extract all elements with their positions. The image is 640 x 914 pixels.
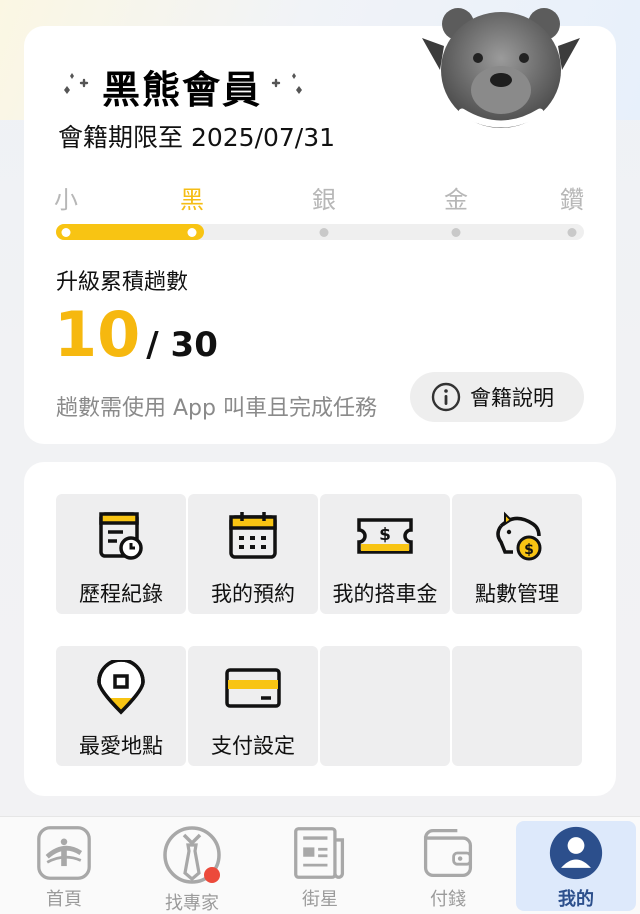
notification-dot xyxy=(204,867,220,883)
upgrade-progress-label: 升級累積趟數 xyxy=(56,270,189,295)
membership-rules-label: 會籍說明 xyxy=(470,386,554,410)
calendar-icon xyxy=(229,512,277,559)
nav-home-label: 首頁 xyxy=(46,889,82,910)
home-logo-icon xyxy=(37,826,91,880)
sparkle-right-icon xyxy=(271,73,303,94)
nav-pay[interactable]: 付錢 xyxy=(388,821,508,911)
payment-settings-label: 支付設定 xyxy=(211,734,295,758)
nav-news-label: 街星 xyxy=(302,889,338,910)
feature-grid: 歷程紀錄 我的預約 $ 我的搭車金 $ 點數管理 最愛地點 支付設定 xyxy=(24,462,616,796)
profile-icon xyxy=(549,826,603,880)
points-tile[interactable]: $ 點數管理 xyxy=(452,494,582,614)
svg-text:$: $ xyxy=(379,525,391,545)
trip-count-current: 10 xyxy=(54,298,141,371)
level-label: 銀 xyxy=(312,186,336,214)
history-tile[interactable]: 歷程紀錄 xyxy=(56,494,186,614)
trip-count: 10 / 30 xyxy=(54,304,218,366)
history-icon xyxy=(99,512,143,560)
progress-dot xyxy=(567,228,577,237)
level-label: 金 xyxy=(444,186,468,214)
nav-experts[interactable]: 找專家 xyxy=(132,821,252,914)
black-bear-mascot-icon xyxy=(422,8,580,128)
tier-title: 黑熊會員 xyxy=(102,67,263,112)
favorite-places-label: 最愛地點 xyxy=(79,734,163,758)
level-label: 小 xyxy=(54,186,78,214)
tier-progress-fill xyxy=(56,224,204,240)
ride-credit-tile[interactable]: $ 我的搭車金 xyxy=(320,494,450,614)
piggy-bank-icon: $ xyxy=(496,511,542,561)
svg-text:$: $ xyxy=(524,542,534,558)
progress-dot xyxy=(187,228,197,237)
nav-news[interactable]: 街星 xyxy=(260,821,380,911)
empty-tile xyxy=(452,646,582,766)
level-label-current: 黑 xyxy=(180,186,204,214)
nav-experts-label: 找專家 xyxy=(165,893,219,914)
credit-card-icon xyxy=(225,668,281,708)
membership-card[interactable]: 黑熊會員 會籍期限至 2025/07/31 小 黑 銀 金 鑽 升級累積趟數 1… xyxy=(24,8,616,444)
membership-rules-button[interactable]: 會籍說明 xyxy=(410,372,584,422)
bottom-nav: 首頁 找專家 街星 付錢 我的 xyxy=(0,816,640,914)
history-label: 歷程紀錄 xyxy=(79,582,163,606)
empty-tile xyxy=(320,646,450,766)
progress-dot xyxy=(319,228,329,237)
wallet-icon xyxy=(423,828,473,878)
map-pin-icon xyxy=(97,660,145,715)
nav-profile[interactable]: 我的 xyxy=(516,821,636,911)
favorite-places-tile[interactable]: 最愛地點 xyxy=(56,646,186,766)
info-icon xyxy=(431,382,461,412)
nav-home[interactable]: 首頁 xyxy=(4,821,124,911)
trip-count-target: / 30 xyxy=(146,325,218,365)
expert-tie-icon-wrap xyxy=(162,825,222,885)
progress-dot xyxy=(451,228,461,237)
nav-profile-label: 我的 xyxy=(558,889,594,910)
points-label: 點數管理 xyxy=(475,582,559,606)
tier-title-row: 黑熊會員 xyxy=(58,56,306,116)
nav-pay-label: 付錢 xyxy=(430,889,466,910)
tier-progress-track xyxy=(56,224,584,240)
trip-count-hint: 趟數需使用 App 叫車且完成任務 xyxy=(56,396,377,421)
tier-levels: 小 黑 銀 金 鑽 xyxy=(54,180,586,214)
payment-settings-tile[interactable]: 支付設定 xyxy=(188,646,318,766)
reservation-label: 我的預約 xyxy=(211,582,295,606)
progress-dot xyxy=(61,228,71,237)
newspaper-icon xyxy=(294,827,345,879)
reservation-tile[interactable]: 我的預約 xyxy=(188,494,318,614)
sparkle-left-icon xyxy=(64,73,89,94)
level-label: 鑽 xyxy=(560,186,584,214)
ticket-icon: $ xyxy=(357,518,413,554)
ride-credit-label: 我的搭車金 xyxy=(332,582,438,606)
membership-expiry: 會籍期限至 2025/07/31 xyxy=(58,123,336,152)
